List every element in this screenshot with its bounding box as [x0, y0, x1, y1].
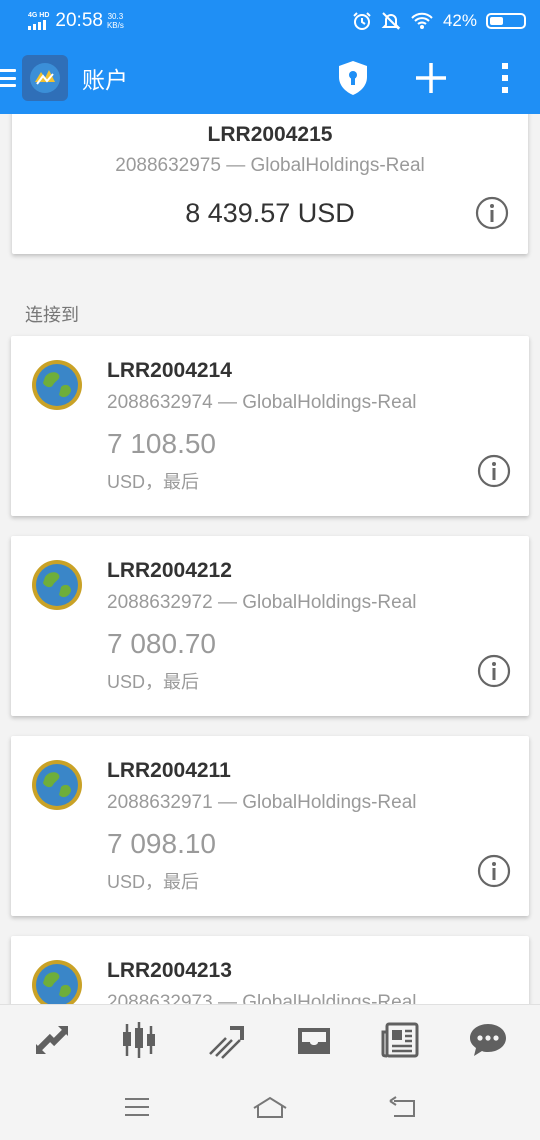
account-login: LRR2004214: [107, 359, 232, 382]
status-bar: 4G HD 20:58 30.3 KB/s 42%: [0, 0, 540, 42]
current-account-server: 2088632975 — GlobalHoldings-Real: [115, 155, 425, 176]
account-server: 2088632973 — GlobalHoldings-Real: [107, 992, 417, 1004]
recent-apps-button[interactable]: [107, 1082, 167, 1132]
quotes-arrows-icon: [35, 1025, 68, 1054]
shield-lock-icon: [339, 61, 367, 95]
tab-trade[interactable]: [196, 1010, 256, 1070]
tab-history[interactable]: [284, 1010, 344, 1070]
network-speed-unit: KB/s: [106, 21, 124, 30]
network-speed-value: 30.3: [107, 12, 124, 21]
globe-icon: [32, 960, 82, 1004]
more-vert-icon: [502, 63, 508, 93]
accounts-list: LRR2004215 2088632975 — GlobalHoldings-R…: [0, 114, 540, 1004]
status-time: 20:58: [55, 10, 103, 31]
globe-icon: [32, 760, 82, 810]
account-card[interactable]: LRR2004212 2088632972 — GlobalHoldings-R…: [11, 536, 529, 716]
app-logo: [22, 55, 68, 101]
alarm-icon: [353, 12, 371, 30]
inbox-icon: [297, 1027, 330, 1054]
menu-lines-icon: [124, 1098, 149, 1116]
info-icon[interactable]: [475, 196, 509, 230]
tab-news[interactable]: [371, 1010, 431, 1070]
info-icon[interactable]: [477, 654, 511, 688]
menu-icon[interactable]: [0, 67, 16, 89]
tab-chart[interactable]: [109, 1010, 169, 1070]
overflow-menu-button[interactable]: [470, 42, 540, 114]
mute-notification-icon: [381, 12, 401, 30]
account-server: 2088632974 — GlobalHoldings-Real: [107, 392, 417, 413]
info-icon[interactable]: [477, 454, 511, 488]
plus-icon: [416, 63, 446, 93]
globe-icon: [32, 560, 82, 610]
security-button[interactable]: [314, 42, 392, 114]
account-balance: 7 080.70: [107, 628, 216, 659]
account-login: LRR2004211: [107, 759, 231, 782]
wifi-icon: [411, 12, 433, 29]
account-server: 2088632971 — GlobalHoldings-Real: [107, 792, 417, 813]
home-icon: [253, 1096, 287, 1118]
account-server: 2088632972 — GlobalHoldings-Real: [107, 592, 417, 613]
account-card[interactable]: LRR2004214 2088632974 — GlobalHoldings-R…: [11, 336, 529, 516]
back-button[interactable]: [373, 1082, 433, 1132]
current-account-card[interactable]: LRR2004215 2088632975 — GlobalHoldings-R…: [12, 114, 528, 254]
news-icon: [381, 1022, 419, 1057]
battery-percent: 42%: [442, 11, 477, 30]
tab-chat[interactable]: [458, 1010, 518, 1070]
account-card[interactable]: LRR2004213 2088632973 — GlobalHoldings-R…: [11, 936, 529, 1004]
account-balance: 7 108.50: [107, 428, 216, 459]
network-speed: 30.3 KB/s: [107, 12, 124, 30]
account-balance: 7 098.10: [107, 828, 216, 859]
account-currency: USD，最后: [107, 872, 200, 892]
section-label-connect-to: 连接到: [25, 305, 79, 325]
account-card[interactable]: LRR2004211 2088632971 — GlobalHoldings-R…: [11, 736, 529, 916]
battery-icon: [486, 13, 526, 29]
candlestick-icon: [122, 1021, 155, 1058]
page-title: 账户: [82, 67, 128, 93]
add-account-button[interactable]: [392, 42, 470, 114]
app-bar: 账户: [0, 42, 540, 114]
info-icon[interactable]: [477, 854, 511, 888]
account-currency: USD，最后: [107, 472, 200, 492]
current-account-balance: 8 439.57 USD: [185, 198, 355, 228]
globe-icon: [32, 360, 82, 410]
account-currency: USD，最后: [107, 672, 200, 692]
tab-quotes[interactable]: [22, 1010, 82, 1070]
account-login: LRR2004213: [107, 959, 232, 982]
bottom-tab-bar: [0, 1004, 540, 1074]
account-login: LRR2004212: [107, 559, 232, 582]
home-button[interactable]: [240, 1082, 300, 1132]
system-nav-bar: [0, 1074, 540, 1140]
signal-bars-icon: [28, 20, 46, 30]
current-account-login: LRR2004215: [207, 123, 333, 146]
trade-trend-icon: [209, 1025, 245, 1059]
metatrader-logo-icon: [30, 63, 60, 93]
chat-bubble-icon: [470, 1023, 507, 1056]
back-icon: [389, 1096, 416, 1117]
signal-indicator: 4G HD: [28, 12, 49, 30]
network-type: 4G HD: [28, 12, 50, 19]
